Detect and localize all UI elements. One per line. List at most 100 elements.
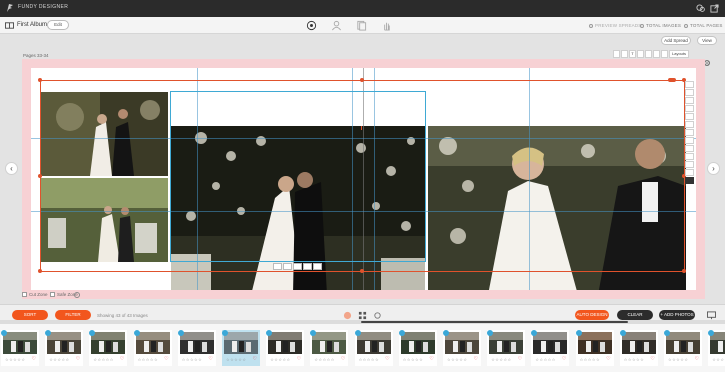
settings-icon[interactable] xyxy=(373,311,382,320)
rating-stars[interactable]: ☆☆☆☆☆ xyxy=(447,357,467,362)
rating-stars[interactable]: ☆☆☆☆☆ xyxy=(270,357,290,362)
filmstrip-thumbnail[interactable]: ☆☆☆☆☆ ♡ xyxy=(354,330,393,366)
heart-icon[interactable]: ♡ xyxy=(208,356,212,362)
grid-tool-side[interactable] xyxy=(685,153,694,160)
brush-tool[interactable] xyxy=(685,97,694,104)
heart-icon[interactable]: ♡ xyxy=(253,356,257,362)
grid-tool[interactable] xyxy=(637,50,644,58)
zoom-tool-side[interactable] xyxy=(685,105,694,112)
heart-icon[interactable]: ♡ xyxy=(606,356,610,362)
filmstrip-thumbnail[interactable]: ☆☆☆☆☆ ♡ xyxy=(443,330,481,366)
photo-tool-1[interactable] xyxy=(273,263,282,270)
photo-tool-5[interactable] xyxy=(313,263,322,270)
filmstrip-thumbnail[interactable]: ☆☆☆☆☆♡ xyxy=(310,330,349,366)
export-icon[interactable] xyxy=(710,4,719,13)
proof-icon[interactable] xyxy=(331,20,342,31)
rating-stars[interactable]: ☆☆☆☆☆ xyxy=(624,357,644,362)
checkbox[interactable] xyxy=(50,292,55,297)
help-icon[interactable] xyxy=(74,292,80,298)
fill-tool[interactable] xyxy=(645,50,652,58)
filmstrip-thumbnail[interactable]: ☆☆☆☆☆ ♡ xyxy=(531,330,570,366)
heart-icon[interactable]: ♡ xyxy=(562,356,566,362)
photo-tool-4[interactable] xyxy=(303,263,312,270)
rating-stars[interactable]: ☆☆☆☆☆ xyxy=(668,357,688,362)
rating-stars[interactable]: ☆☆☆☆☆ xyxy=(49,357,69,362)
filmstrip-thumbnail[interactable]: ☆☆☆☆☆ ♡ xyxy=(487,330,526,366)
cut-zone-toggle[interactable]: Cut Zone xyxy=(22,292,48,297)
filmstrip-thumbnail[interactable]: ☆☆☆☆☆ ♡ xyxy=(222,330,260,366)
filmstrip-thumbnail[interactable]: ☆☆☆☆☆ ♡ xyxy=(398,330,437,366)
add-spread-button[interactable]: Add Spread xyxy=(661,36,691,45)
sort-button[interactable]: SORT xyxy=(12,310,48,320)
zoom-tool[interactable] xyxy=(613,50,620,58)
filmstrip-thumbnail[interactable]: ☆☆☆☆☆ ♡ xyxy=(177,330,216,366)
previous-spread-button[interactable]: ‹ xyxy=(5,162,18,175)
edit-album-button[interactable]: Edit xyxy=(47,20,69,30)
pen-tool[interactable] xyxy=(685,145,694,152)
rating-stars[interactable]: ☆☆☆☆☆ xyxy=(226,357,246,362)
filmstrip-thumbnail[interactable]: ☆☆☆☆☆ ♡ xyxy=(575,330,614,366)
heart-icon[interactable]: ♡ xyxy=(385,356,389,362)
rating-stars[interactable]: ☆☆☆☆☆ xyxy=(580,357,600,362)
filmstrip-thumbnail[interactable]: ☆☆☆☆☆ ♡ xyxy=(266,330,305,366)
filmstrip-thumbnail[interactable]: ☆☆☆☆☆ ♡ xyxy=(133,330,172,366)
next-spread-button[interactable]: › xyxy=(707,162,720,175)
heart-icon[interactable]: ♡ xyxy=(429,356,433,362)
expand-tool[interactable] xyxy=(685,89,694,96)
filmstrip-thumbnail[interactable]: ☆☆☆☆☆♡ xyxy=(708,330,725,366)
filmstrip-thumbnail[interactable]: ☆☆☆☆☆ ♡ xyxy=(1,330,39,366)
rating-stars[interactable]: ☆☆☆☆☆ xyxy=(93,357,113,362)
text-tool[interactable]: T xyxy=(629,50,636,58)
grid-icon[interactable] xyxy=(358,311,367,320)
heart-icon[interactable]: ♡ xyxy=(474,356,478,362)
photo-tool-2[interactable] xyxy=(283,263,292,270)
crop-tool[interactable] xyxy=(685,81,694,88)
hand-icon[interactable] xyxy=(381,20,392,31)
pages-icon[interactable] xyxy=(356,20,367,31)
lock-tool[interactable] xyxy=(653,50,660,58)
rating-stars[interactable]: ☆☆☆☆☆ xyxy=(5,357,25,362)
rating-stars[interactable]: ☆☆☆☆☆ xyxy=(138,357,158,362)
filmstrip-thumbnail[interactable]: ☆☆☆☆☆ ♡ xyxy=(619,330,658,366)
heart-icon[interactable]: ♡ xyxy=(120,356,124,362)
chat-icon[interactable] xyxy=(696,4,705,13)
eye-tool[interactable] xyxy=(661,50,668,58)
rating-stars[interactable]: ☆☆☆☆☆ xyxy=(403,357,423,362)
contrast-tool[interactable] xyxy=(685,129,694,136)
filter-button[interactable]: FILTER xyxy=(55,310,91,320)
heart-icon[interactable]: ♡ xyxy=(341,356,345,362)
drop-tool[interactable] xyxy=(685,121,694,128)
design-icon[interactable] xyxy=(306,20,317,31)
info-tool[interactable] xyxy=(685,169,694,176)
heart-icon[interactable]: ♡ xyxy=(297,356,301,362)
filmstrip-scrollbar-thumb[interactable] xyxy=(361,321,628,323)
zoom-out-tool[interactable] xyxy=(621,50,628,58)
rating-stars[interactable]: ☆☆☆☆☆ xyxy=(712,357,725,362)
filmstrip-thumbnail[interactable]: ☆☆☆☆☆ ♡ xyxy=(89,330,128,366)
shape-tool[interactable] xyxy=(685,113,694,120)
add-photos-button[interactable]: + ADD PHOTOS xyxy=(659,310,695,320)
rating-stars[interactable]: ☆☆☆☆☆ xyxy=(535,357,555,362)
delete-tool[interactable] xyxy=(685,177,694,184)
rating-stars[interactable]: ☆☆☆☆☆ xyxy=(491,357,511,362)
minus-tool[interactable] xyxy=(685,137,694,144)
rating-stars[interactable]: ☆☆☆☆☆ xyxy=(359,357,379,362)
monitor-icon[interactable] xyxy=(706,311,717,320)
heart-icon[interactable]: ♡ xyxy=(32,356,36,362)
heart-icon[interactable]: ♡ xyxy=(76,356,80,362)
eraser-icon[interactable] xyxy=(343,311,352,320)
auto-design-button[interactable]: AUTO DESIGN xyxy=(575,310,609,320)
photo-tool-3[interactable] xyxy=(293,263,302,270)
checkbox[interactable] xyxy=(22,292,27,297)
layouts-button[interactable]: Layouts xyxy=(669,50,690,58)
rotate-tool[interactable] xyxy=(685,161,694,168)
view-button[interactable]: View xyxy=(697,36,717,45)
rating-stars[interactable]: ☆☆☆☆☆ xyxy=(182,357,202,362)
heart-icon[interactable]: ♡ xyxy=(518,356,522,362)
clear-button[interactable]: CLEAR xyxy=(617,310,653,320)
heart-icon[interactable]: ♡ xyxy=(164,356,168,362)
filmstrip-thumbnail[interactable]: ☆☆☆☆☆ ♡ xyxy=(45,330,84,366)
filmstrip-thumbnail[interactable]: ☆☆☆☆☆ ♡ xyxy=(664,330,702,366)
heart-icon[interactable]: ♡ xyxy=(695,356,699,362)
heart-icon[interactable]: ♡ xyxy=(650,356,654,362)
